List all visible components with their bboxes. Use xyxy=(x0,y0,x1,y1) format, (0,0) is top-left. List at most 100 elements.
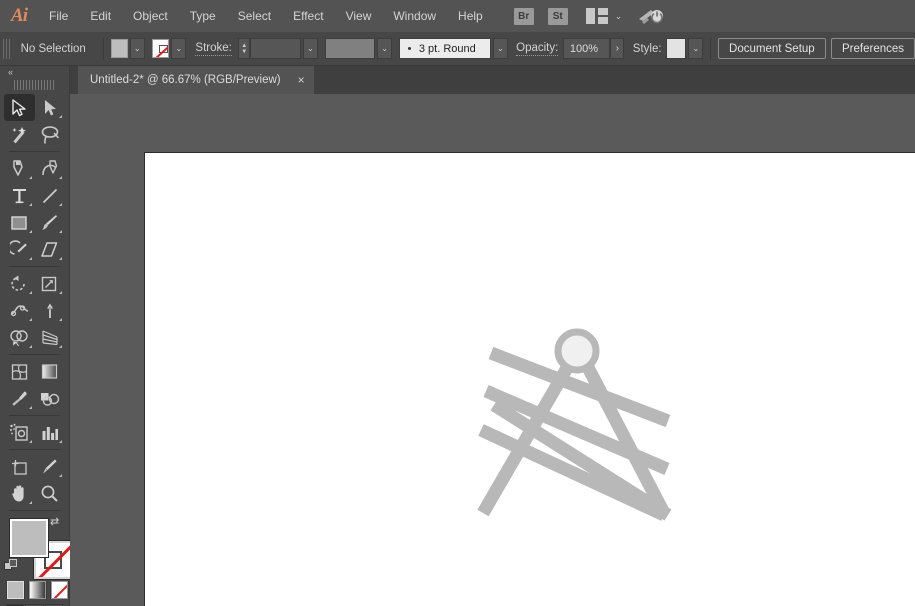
menu-type[interactable]: Type xyxy=(179,0,227,32)
tool-rectangle[interactable] xyxy=(4,209,35,236)
tool-paintbrush[interactable] xyxy=(35,209,66,236)
control-bar-grip[interactable] xyxy=(3,38,11,59)
tool-group-indicator-icon xyxy=(28,203,32,206)
tool-perspective-grid[interactable] xyxy=(35,324,66,351)
stroke-weight-input[interactable] xyxy=(250,38,301,59)
gradient-button[interactable] xyxy=(28,581,47,599)
stroke-color-swatch[interactable] xyxy=(152,39,170,58)
tool-rotate[interactable] xyxy=(4,270,35,297)
menu-bar: Ai File Edit Object Type Select Effect V… xyxy=(0,0,915,32)
rocket-icon[interactable] xyxy=(638,7,664,25)
compass-hinge-circle[interactable] xyxy=(554,328,600,374)
menu-view[interactable]: View xyxy=(335,0,383,32)
tool-eraser[interactable] xyxy=(35,236,66,263)
document-tab[interactable]: Untitled-2* @ 66.67% (RGB/Preview) × xyxy=(78,66,314,94)
tool-zoom[interactable] xyxy=(35,480,66,507)
stroke-weight-chevron-down-icon[interactable]: ⌄ xyxy=(302,38,318,59)
fill-dropdown-chevron-down-icon[interactable]: ⌄ xyxy=(129,38,145,59)
color-button[interactable] xyxy=(6,581,25,599)
width-profile-input[interactable] xyxy=(324,38,376,59)
fill-proxy-swatch[interactable] xyxy=(9,518,49,558)
tool-group-indicator-icon xyxy=(28,406,32,409)
tool-blend[interactable] xyxy=(35,385,66,412)
menu-select[interactable]: Select xyxy=(227,0,282,32)
width-profile-chevron-down-icon[interactable]: ⌄ xyxy=(377,38,393,59)
tool-eyedropper[interactable] xyxy=(4,385,35,412)
menu-help[interactable]: Help xyxy=(447,0,494,32)
tool-group-indicator-icon xyxy=(28,257,32,260)
opacity-input[interactable]: 100% xyxy=(562,38,611,59)
tool-mesh[interactable] xyxy=(4,358,35,385)
tool-shape-builder[interactable] xyxy=(4,324,35,351)
stroke-dropdown-chevron-down-icon[interactable]: ⌄ xyxy=(171,38,187,59)
tool-type[interactable] xyxy=(4,182,35,209)
tool-group-indicator-icon xyxy=(59,318,62,321)
tool-direct-selection[interactable] xyxy=(35,94,66,121)
canvas-workspace[interactable] xyxy=(70,94,915,606)
tool-divider xyxy=(9,449,60,450)
tool-divider xyxy=(9,266,60,267)
selection-status: No Selection xyxy=(20,42,86,55)
artboard[interactable] xyxy=(144,152,915,606)
tool-gradient[interactable] xyxy=(35,358,66,385)
brush-definition-chevron-down-icon[interactable]: ⌄ xyxy=(492,38,508,59)
tool-scale[interactable] xyxy=(35,270,66,297)
tool-lasso[interactable] xyxy=(35,121,66,148)
style-chevron-down-icon[interactable]: ⌄ xyxy=(688,38,704,59)
tool-group-indicator-icon xyxy=(59,345,62,348)
tool-group-indicator-icon xyxy=(28,291,32,294)
tool-group-indicator-icon xyxy=(59,230,62,233)
chevron-down-icon[interactable]: ⌄ xyxy=(615,11,623,22)
tool-magic-wand[interactable] xyxy=(4,121,35,148)
document-tab-title: Untitled-2* @ 66.67% (RGB/Preview) xyxy=(90,74,281,86)
tool-width[interactable] xyxy=(4,297,35,324)
compass-and-lines-drawing[interactable] xyxy=(145,153,915,606)
menu-object[interactable]: Object xyxy=(122,0,179,32)
tool-shaper[interactable] xyxy=(4,236,35,263)
tool-group-indicator-icon xyxy=(59,176,62,179)
tool-curvature[interactable] xyxy=(35,155,66,182)
menu-edit[interactable]: Edit xyxy=(79,0,122,32)
tool-group-indicator-icon xyxy=(59,115,62,118)
opacity-label[interactable]: Opacity: xyxy=(516,42,559,56)
tool-column-graph[interactable] xyxy=(35,419,66,446)
bridge-button[interactable]: Br xyxy=(513,7,534,25)
tool-group-indicator-icon xyxy=(59,474,62,477)
brush-definition-value: 3 pt. Round xyxy=(418,42,476,55)
arrange-documents-icon[interactable] xyxy=(585,8,608,24)
stroke-weight-stepper[interactable]: ▲ ▼ xyxy=(237,38,251,59)
preferences-button[interactable]: Preferences xyxy=(831,38,915,59)
default-fill-stroke-icon[interactable] xyxy=(4,559,18,578)
opacity-options-arrow-icon[interactable]: › xyxy=(610,38,625,59)
tools-panel-header: « xyxy=(0,66,69,78)
document-setup-button[interactable]: Document Setup xyxy=(718,38,826,59)
menu-file[interactable]: File xyxy=(38,0,79,32)
tool-pen[interactable] xyxy=(4,155,35,182)
tool-selection[interactable] xyxy=(4,94,35,121)
stroke-weight-label[interactable]: Stroke: xyxy=(195,42,232,56)
fill-color-swatch[interactable] xyxy=(110,39,128,58)
tools-panel-grip[interactable] xyxy=(14,80,55,90)
document-tab-bar: Untitled-2* @ 66.67% (RGB/Preview) × xyxy=(70,66,915,94)
none-button[interactable] xyxy=(50,581,69,599)
stock-button[interactable]: St xyxy=(547,7,568,25)
menu-window[interactable]: Window xyxy=(382,0,447,32)
tool-group-indicator-icon xyxy=(28,230,32,233)
menu-effect[interactable]: Effect xyxy=(282,0,334,32)
menu-bar-tools: Br St ⌄ xyxy=(508,7,665,25)
close-icon[interactable]: × xyxy=(295,72,308,88)
collapse-panel-icon[interactable]: « xyxy=(8,67,13,77)
tool-free-transform[interactable] xyxy=(35,297,66,324)
tool-group-indicator-icon xyxy=(59,257,62,260)
tool-symbol-sprayer[interactable] xyxy=(4,419,35,446)
brush-definition-select[interactable]: 3 pt. Round xyxy=(398,38,491,59)
tool-hand[interactable] xyxy=(4,480,35,507)
tool-group-indicator-icon xyxy=(28,440,32,443)
tool-slice[interactable] xyxy=(35,453,66,480)
stepper-down-icon: ▼ xyxy=(241,48,248,55)
graphic-style-swatch[interactable] xyxy=(666,38,687,59)
tool-artboard[interactable] xyxy=(4,453,35,480)
tools-panel: « ⇄ xyxy=(0,66,73,606)
tool-line-segment[interactable] xyxy=(35,182,66,209)
swap-fill-stroke-icon[interactable]: ⇄ xyxy=(50,515,59,528)
